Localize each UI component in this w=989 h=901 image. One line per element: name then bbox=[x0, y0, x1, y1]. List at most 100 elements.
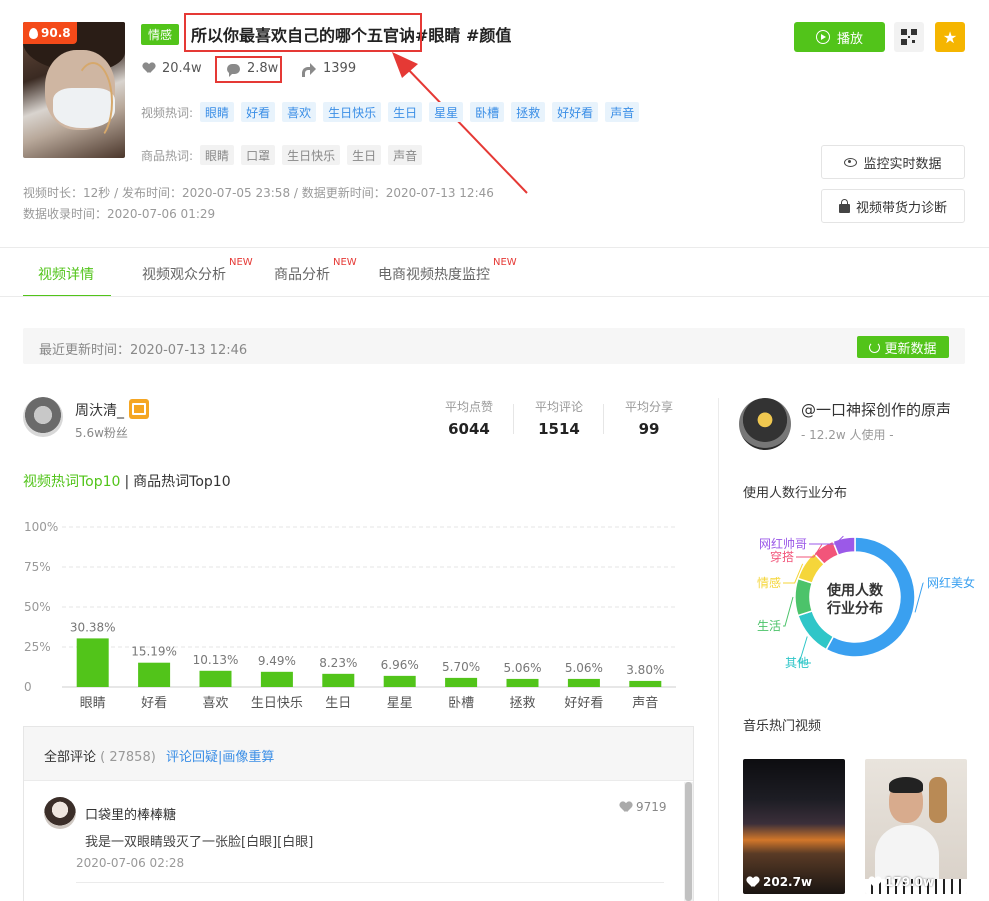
hot-video-thumbnail[interactable]: 179.0w bbox=[865, 759, 967, 894]
diagnose-button[interactable]: 视频带货力诊断 bbox=[821, 189, 965, 223]
x-tick-label: 卧槽 bbox=[448, 696, 474, 711]
eye-icon bbox=[844, 157, 858, 167]
comments-count: ( 27858) bbox=[100, 750, 156, 765]
hot-word-chip[interactable]: 卧槽 bbox=[470, 102, 505, 122]
tab-product-analysis[interactable]: 商品分析 bbox=[274, 264, 330, 284]
product-word-chip[interactable]: 口罩 bbox=[241, 145, 276, 165]
comment-likes: 9719 bbox=[620, 800, 667, 814]
hot-word-chip[interactable]: 生日 bbox=[388, 102, 423, 122]
monitor-realtime-button[interactable]: 监控实时数据 bbox=[821, 145, 965, 179]
tab-audience-analysis[interactable]: 视频观众分析 bbox=[142, 264, 226, 284]
comment-user[interactable]: 口袋里的棒棒糖 bbox=[85, 804, 176, 823]
bar-value-label: 9.49% bbox=[258, 654, 296, 668]
avg-shares-value: 99 bbox=[638, 420, 660, 438]
donut-slice bbox=[794, 577, 814, 617]
video-meta-line: 视频时长：12秒 / 发布时间：2020-07-05 23:58 / 数据更新时… bbox=[23, 186, 494, 200]
update-data-label: 更新数据 bbox=[884, 340, 937, 356]
toggle-video-hot-words[interactable]: 视频热词Top10 bbox=[23, 474, 120, 490]
hot-videos-title: 音乐热门视频 bbox=[743, 719, 822, 734]
hot-word-chip[interactable]: 喜欢 bbox=[282, 102, 317, 122]
hot-word-chip[interactable]: 拯救 bbox=[511, 102, 546, 122]
bar-value-label: 5.06% bbox=[503, 661, 541, 675]
avg-shares-label: 平均分享 bbox=[624, 400, 673, 414]
avg-comments-label: 平均评论 bbox=[534, 400, 583, 414]
bar-value-label: 3.80% bbox=[626, 663, 664, 677]
play-button[interactable]: 播放 bbox=[794, 22, 885, 52]
donut-label: 其他 bbox=[785, 656, 809, 670]
heart-icon bbox=[747, 877, 759, 888]
y-tick-label: 25% bbox=[24, 640, 51, 654]
music-users: - 12.2w 人使用 - bbox=[801, 428, 894, 442]
hot-word-chip[interactable]: 星星 bbox=[429, 102, 464, 122]
video-hot-words: 视频热词: 眼睛 好看 喜欢 生日快乐 生日 星星 卧槽 拯救 好好看 声音 bbox=[141, 102, 640, 122]
donut-label: 情感 bbox=[757, 575, 781, 590]
annotation-arrow bbox=[392, 52, 528, 194]
comments-recalc-link[interactable]: 评论回疑|画像重算 bbox=[166, 750, 274, 765]
new-badge: NEW bbox=[229, 257, 253, 268]
comment-time: 2020-07-06 02:28 bbox=[76, 856, 185, 870]
comment-avatar[interactable] bbox=[44, 797, 76, 829]
bar bbox=[445, 677, 478, 687]
bar-value-label: 10.13% bbox=[193, 653, 239, 667]
comment-text: 我是一双眼睛毁灭了一张脸[白眼][白眼] bbox=[85, 835, 314, 850]
title-highlight-box bbox=[184, 13, 422, 52]
heat-score-value: 90.8 bbox=[41, 26, 71, 40]
toggle-product-hot-words[interactable]: 商品热词Top10 bbox=[133, 474, 230, 490]
author-name[interactable]: 周汏清_ bbox=[75, 400, 124, 420]
bar-value-label: 5.70% bbox=[442, 660, 480, 674]
bar-value-label: 5.06% bbox=[565, 661, 603, 675]
comments-highlight-box bbox=[215, 56, 282, 83]
favorite-button[interactable]: ★ bbox=[935, 22, 965, 52]
tab-heat-monitor[interactable]: 电商视频热度监控 bbox=[378, 264, 490, 284]
likes-value: 20.4w bbox=[162, 61, 202, 76]
music-title[interactable]: @一口神探创作的原声 bbox=[801, 399, 951, 420]
lock-icon bbox=[838, 198, 850, 213]
hot-words-toggle: 视频热词Top10 | 商品热词Top10 bbox=[23, 471, 231, 491]
stat-divider bbox=[513, 404, 514, 434]
hot-word-chip[interactable]: 眼睛 bbox=[200, 102, 235, 122]
avg-likes-value: 6044 bbox=[448, 420, 490, 438]
bar-value-label: 8.23% bbox=[319, 656, 357, 670]
product-word-chip[interactable]: 眼睛 bbox=[200, 145, 235, 165]
shares-stat: 1399 bbox=[302, 61, 356, 77]
hot-word-chip[interactable]: 好好看 bbox=[552, 102, 599, 122]
product-word-chip[interactable]: 生日 bbox=[347, 145, 382, 165]
comment-divider bbox=[76, 882, 664, 883]
heart-icon bbox=[869, 877, 881, 888]
donut-label: 网红美女 bbox=[927, 575, 975, 590]
hot-word-chip[interactable]: 声音 bbox=[605, 102, 640, 122]
update-data-button[interactable]: 更新数据 bbox=[857, 336, 949, 358]
y-tick-label: 100% bbox=[24, 520, 58, 534]
heat-score-badge: 90.8 bbox=[23, 22, 77, 44]
comments-title: 全部评论 ( 27858) 评论回疑|画像重算 bbox=[44, 746, 274, 765]
flame-icon bbox=[29, 27, 38, 39]
product-word-chip[interactable]: 声音 bbox=[388, 145, 423, 165]
x-tick-label: 声音 bbox=[632, 695, 658, 711]
bar bbox=[506, 678, 539, 687]
donut-center-label: 使用人数 bbox=[826, 582, 884, 599]
product-hot-words: 商品热词: 眼睛 口罩 生日快乐 生日 声音 bbox=[141, 145, 423, 165]
hot-word-chip[interactable]: 好看 bbox=[241, 102, 276, 122]
tab-video-details[interactable]: 视频详情 bbox=[38, 264, 94, 284]
comment-likes-value: 9719 bbox=[636, 800, 667, 814]
x-tick-label: 生日 bbox=[325, 696, 351, 711]
author-avatar[interactable] bbox=[23, 397, 63, 437]
bar-value-label: 15.19% bbox=[131, 645, 177, 659]
likes-stat: 20.4w bbox=[143, 61, 202, 76]
x-tick-label: 拯救 bbox=[509, 695, 535, 711]
hot-video-thumbnail[interactable]: 202.7w bbox=[743, 759, 845, 894]
play-icon bbox=[815, 30, 830, 44]
hot-word-chip[interactable]: 生日快乐 bbox=[323, 102, 382, 122]
header-divider bbox=[0, 247, 989, 248]
x-tick-label: 喜欢 bbox=[202, 696, 228, 711]
stat-divider bbox=[603, 404, 604, 434]
y-tick-label: 50% bbox=[24, 600, 51, 614]
bar bbox=[76, 638, 109, 687]
product-word-chip[interactable]: 生日快乐 bbox=[282, 145, 341, 165]
music-avatar[interactable] bbox=[739, 398, 791, 450]
x-tick-label: 好看 bbox=[141, 695, 167, 711]
comments-scrollbar-thumb[interactable] bbox=[685, 782, 692, 901]
right-panel-divider bbox=[718, 398, 719, 901]
qr-code-button[interactable] bbox=[894, 22, 924, 52]
tabs-divider bbox=[0, 296, 989, 297]
